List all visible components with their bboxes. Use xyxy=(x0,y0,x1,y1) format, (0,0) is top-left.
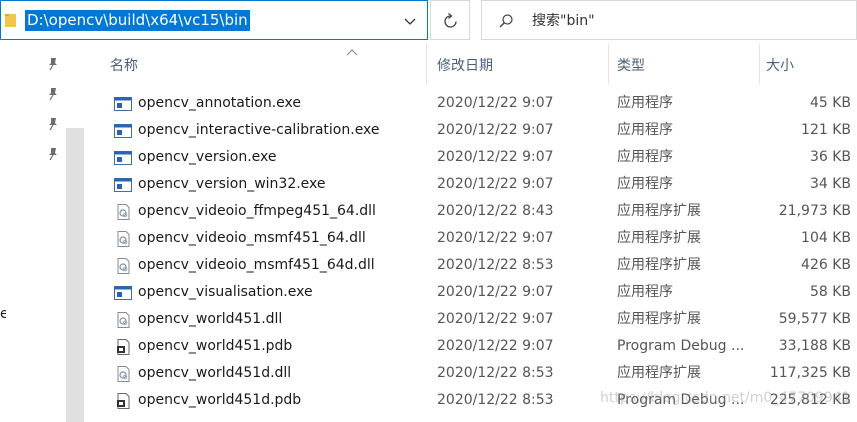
search-input[interactable] xyxy=(532,10,832,32)
file-size: 34 KB xyxy=(809,176,851,192)
file-name[interactable]: opencv_videoio_msmf451_64d.dll xyxy=(138,252,375,279)
file-type: 应用程序 xyxy=(617,176,673,192)
file-name[interactable]: opencv_interactive-calibration.exe xyxy=(138,117,380,144)
file-date: 2020/12/22 8:53 xyxy=(437,257,554,273)
file-date: 2020/12/22 9:07 xyxy=(437,284,554,300)
file-name[interactable]: opencv_videoio_msmf451_64.dll xyxy=(138,225,366,252)
file-type: 应用程序 xyxy=(617,95,673,111)
file-row[interactable]: opencv_videoio_msmf451_64.dll 2020/12/22 … xyxy=(84,225,857,252)
file-row[interactable]: opencv_world451.pdb 2020/12/22 9:07 Progra… xyxy=(84,333,857,360)
column-header-type[interactable]: 类型 xyxy=(609,44,760,84)
pin-icon[interactable] xyxy=(46,87,60,101)
file-row[interactable]: opencv_annotation.exe 2020/12/22 9:07 应用程序… xyxy=(84,90,857,117)
file-name[interactable]: opencv_world451d.pdb xyxy=(138,387,301,414)
file-type: Program Debug ... xyxy=(617,338,745,354)
nav-item-label[interactable]: e xyxy=(0,306,6,322)
file-type: 应用程序扩展 xyxy=(617,311,701,327)
address-bar[interactable]: D:\opencv\build\x64\vc15\bin xyxy=(0,0,428,40)
file-date: 2020/12/22 9:07 xyxy=(437,95,554,111)
file-name[interactable]: opencv_annotation.exe xyxy=(138,90,301,117)
file-list: opencv_annotation.exe 2020/12/22 9:07 应用程序… xyxy=(84,90,857,414)
file-name[interactable]: opencv_visualisation.exe xyxy=(138,279,313,306)
file-type: 应用程序 xyxy=(617,149,673,165)
watermark: https://blog.csdn.net/m0_47709941 xyxy=(600,390,851,406)
exe-icon xyxy=(114,176,132,192)
file-row[interactable]: opencv_world451.dll 2020/12/22 9:07 应用程序扩展… xyxy=(84,306,857,333)
file-name[interactable]: opencv_world451.pdb xyxy=(138,333,292,360)
pin-icon[interactable] xyxy=(46,147,60,161)
dll-icon xyxy=(114,311,132,328)
file-row[interactable]: opencv_world451d.dll 2020/12/22 8:53 应用程序扩… xyxy=(84,360,857,387)
file-date: 2020/12/22 8:43 xyxy=(437,203,554,219)
refresh-icon xyxy=(444,13,457,28)
navigation-pane: e xyxy=(0,44,66,422)
file-name[interactable]: opencv_version_win32.exe xyxy=(138,171,326,198)
file-name[interactable]: opencv_world451.dll xyxy=(138,306,282,333)
file-row[interactable]: opencv_videoio_msmf451_64d.dll 2020/12/22… xyxy=(84,252,857,279)
pin-icon[interactable] xyxy=(46,117,60,131)
pdb-icon xyxy=(114,338,132,355)
refresh-button[interactable] xyxy=(430,0,470,40)
search-box[interactable] xyxy=(481,0,857,40)
column-header-date[interactable]: 修改日期 xyxy=(427,44,609,84)
folder-icon xyxy=(5,14,16,27)
file-size: 104 KB xyxy=(801,230,851,246)
file-size: 59,577 KB xyxy=(778,311,851,327)
file-type: 应用程序扩展 xyxy=(617,230,701,246)
search-icon xyxy=(499,14,513,28)
dll-icon xyxy=(114,257,132,274)
file-date: 2020/12/22 9:07 xyxy=(437,311,554,327)
file-size: 121 KB xyxy=(801,122,851,138)
file-size: 33,188 KB xyxy=(778,338,851,354)
file-type: 应用程序扩展 xyxy=(617,257,701,273)
file-type: 应用程序扩展 xyxy=(617,365,701,381)
file-date: 2020/12/22 8:53 xyxy=(437,392,554,408)
column-header: 名称 修改日期 类型 大小 xyxy=(84,44,857,84)
pin-icon[interactable] xyxy=(46,57,60,71)
file-row[interactable]: opencv_videoio_ffmpeg451_64.dll 2020/12/2… xyxy=(84,198,857,225)
toolbar: D:\opencv\build\x64\vc15\bin xyxy=(0,0,857,44)
dll-icon xyxy=(114,203,132,220)
file-size: 45 KB xyxy=(809,95,851,111)
nav-scrollbar[interactable] xyxy=(66,128,84,422)
file-size: 426 KB xyxy=(801,257,851,273)
column-header-name[interactable]: 名称 xyxy=(84,44,427,84)
file-row[interactable]: opencv_interactive-calibration.exe 2020/1… xyxy=(84,117,857,144)
file-date: 2020/12/22 9:07 xyxy=(437,338,554,354)
file-name[interactable]: opencv_videoio_ffmpeg451_64.dll xyxy=(138,198,376,225)
exe-icon xyxy=(114,149,132,165)
file-size: 117,325 KB xyxy=(769,365,851,381)
file-row[interactable]: opencv_version_win32.exe 2020/12/22 9:07 应… xyxy=(84,171,857,198)
dll-icon xyxy=(114,230,132,247)
file-name[interactable]: opencv_world451d.dll xyxy=(138,360,291,387)
exe-icon xyxy=(114,122,132,138)
file-date: 2020/12/22 9:07 xyxy=(437,122,554,138)
address-path[interactable]: D:\opencv\build\x64\vc15\bin xyxy=(25,10,250,31)
exe-icon xyxy=(114,284,132,300)
dll-icon xyxy=(114,365,132,382)
file-size: 36 KB xyxy=(809,149,851,165)
file-date: 2020/12/22 9:07 xyxy=(437,176,554,192)
file-row[interactable]: opencv_visualisation.exe 2020/12/22 9:07 应… xyxy=(84,279,857,306)
file-size: 58 KB xyxy=(809,284,851,300)
chevron-down-icon[interactable] xyxy=(403,14,417,28)
file-row[interactable]: opencv_version.exe 2020/12/22 9:07 应用程序 36 … xyxy=(84,144,857,171)
file-date: 2020/12/22 9:07 xyxy=(437,149,554,165)
file-type: 应用程序 xyxy=(617,122,673,138)
file-type: 应用程序 xyxy=(617,284,673,300)
file-size: 21,973 KB xyxy=(778,203,851,219)
file-name[interactable]: opencv_version.exe xyxy=(138,144,276,171)
file-date: 2020/12/22 9:07 xyxy=(437,230,554,246)
pdb-icon xyxy=(114,392,132,409)
file-type: 应用程序扩展 xyxy=(617,203,701,219)
column-header-size[interactable]: 大小 xyxy=(760,44,857,84)
exe-icon xyxy=(114,95,132,111)
file-date: 2020/12/22 8:53 xyxy=(437,365,554,381)
